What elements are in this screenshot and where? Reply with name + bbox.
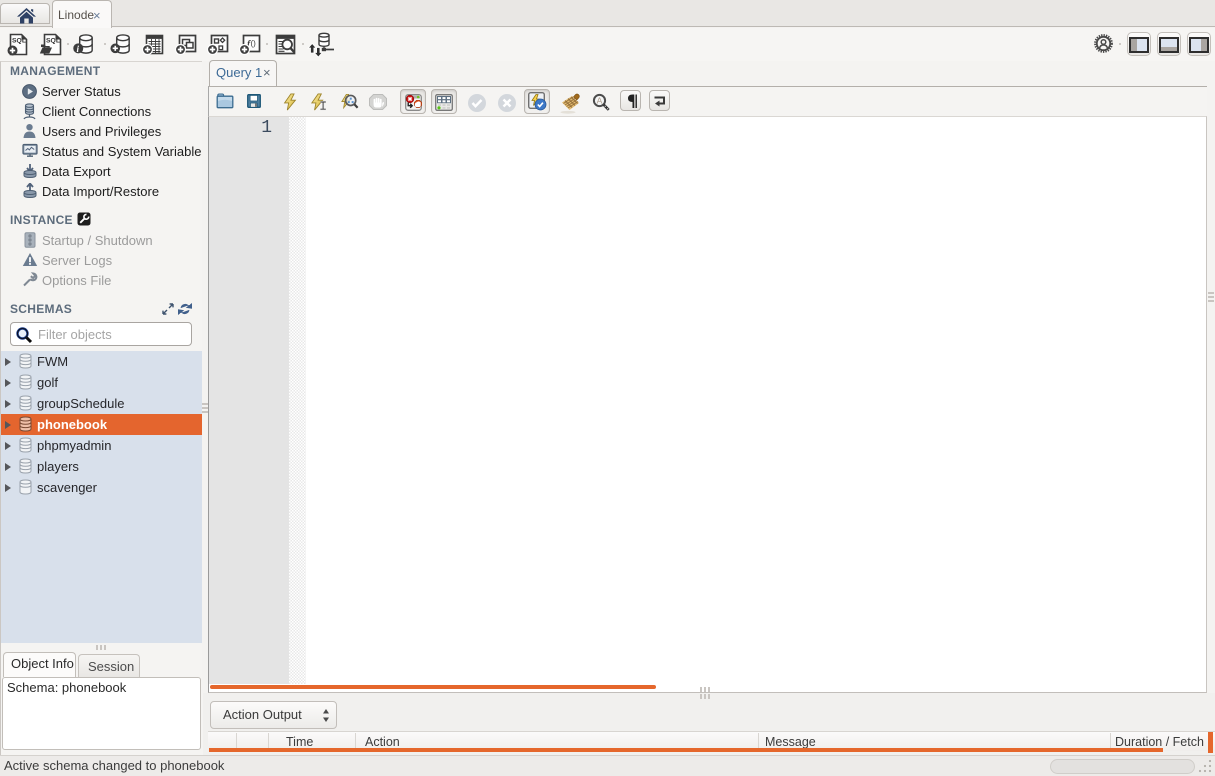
- svg-text:A: A: [597, 96, 603, 106]
- svg-text:SQL: SQL: [46, 38, 60, 45]
- svg-text:(): (): [251, 39, 257, 48]
- svg-text:SQL: SQL: [12, 38, 26, 45]
